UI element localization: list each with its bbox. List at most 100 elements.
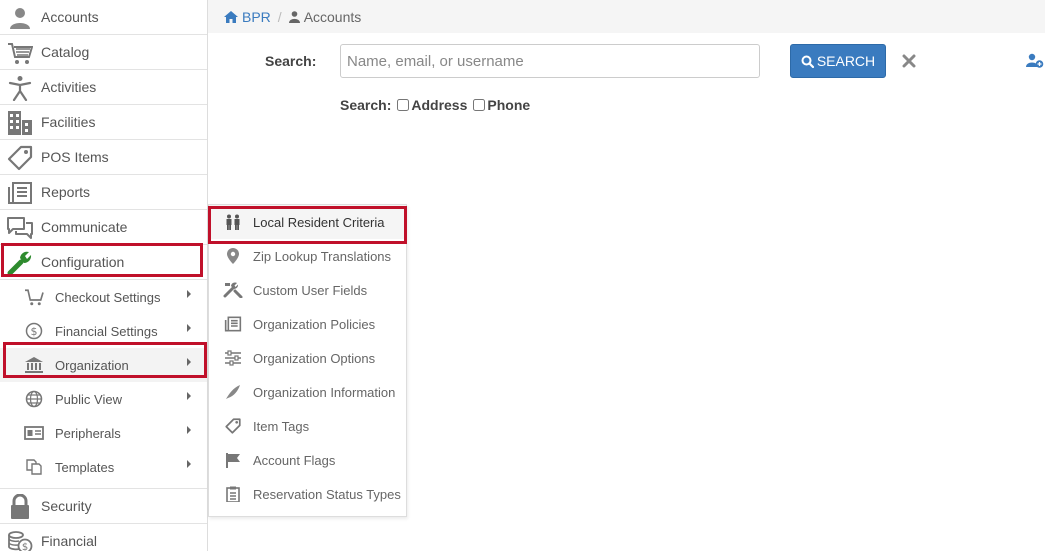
map-marker-icon bbox=[223, 247, 243, 265]
copy-icon bbox=[24, 458, 44, 476]
sidebar-subitem-financial-settings[interactable]: $ Financial Settings bbox=[0, 314, 207, 348]
menu-item-local-resident-criteria[interactable]: Local Resident Criteria bbox=[209, 205, 406, 239]
phone-checkbox[interactable] bbox=[473, 99, 486, 111]
lock-icon bbox=[6, 493, 34, 520]
menu-item-label: Custom User Fields bbox=[253, 282, 368, 298]
search-button[interactable]: SEARCH bbox=[790, 44, 886, 78]
sidebar-item-label: POS Items bbox=[41, 149, 109, 165]
user-icon bbox=[288, 10, 300, 23]
sidebar-item-financial[interactable]: $ Financial bbox=[0, 524, 207, 551]
sidebar-item-label: Catalog bbox=[41, 44, 90, 60]
sidebar-subitem-organization[interactable]: Organization bbox=[0, 348, 207, 382]
tools-icon bbox=[223, 281, 243, 299]
dollar-circle-icon: $ bbox=[24, 322, 44, 340]
home-icon bbox=[224, 10, 238, 23]
menu-item-label: Organization Policies bbox=[253, 316, 376, 332]
menu-item-label: Account Flags bbox=[253, 452, 336, 468]
menu-item-label: Local Resident Criteria bbox=[253, 214, 385, 230]
menu-item-zip-lookup-translations[interactable]: Zip Lookup Translations bbox=[209, 239, 406, 273]
menu-item-label: Reservation Status Types bbox=[253, 486, 401, 502]
menu-item-organization-options[interactable]: Organization Options bbox=[209, 341, 406, 375]
add-user-icon bbox=[1026, 53, 1044, 68]
configuration-submenu: Checkout Settings $ Financial Settings O… bbox=[0, 280, 207, 489]
address-option: Address bbox=[391, 97, 467, 113]
clear-search-button[interactable] bbox=[899, 51, 919, 71]
svg-text:$: $ bbox=[22, 542, 28, 551]
sidebar-subitem-public-view[interactable]: Public View bbox=[0, 382, 207, 416]
sidebar-item-configuration[interactable]: Configuration bbox=[0, 245, 207, 280]
sidebar-item-communicate[interactable]: Communicate bbox=[0, 210, 207, 245]
menu-item-item-tags[interactable]: Item Tags bbox=[209, 409, 406, 443]
reports-icon bbox=[6, 179, 34, 206]
menu-item-organization-information[interactable]: Organization Information bbox=[209, 375, 406, 409]
menu-item-organization-policies[interactable]: Organization Policies bbox=[209, 307, 406, 341]
sidebar-item-label: Communicate bbox=[41, 219, 128, 235]
menu-item-custom-user-fields[interactable]: Custom User Fields bbox=[209, 273, 406, 307]
add-user-button[interactable] bbox=[1026, 53, 1044, 69]
caret-right-icon bbox=[187, 290, 191, 298]
caret-right-icon bbox=[187, 392, 191, 400]
sidebar-item-facilities[interactable]: Facilities bbox=[0, 105, 207, 140]
menu-item-label: Organization Options bbox=[253, 350, 376, 366]
svg-text:$: $ bbox=[31, 325, 38, 338]
menu-item-reservation-status-types[interactable]: Reservation Status Types bbox=[209, 477, 406, 511]
search-options-label: Search: bbox=[340, 97, 392, 113]
sidebar-subitem-label: Peripherals bbox=[55, 425, 121, 441]
breadcrumb-current-label: Accounts bbox=[303, 8, 362, 25]
chat-icon bbox=[6, 214, 34, 241]
search-label: Search: bbox=[265, 53, 317, 69]
menu-item-label: Zip Lookup Translations bbox=[253, 248, 392, 264]
menu-item-account-flags[interactable]: Account Flags bbox=[209, 443, 406, 477]
building-icon bbox=[6, 109, 34, 136]
sidebar-subitem-peripherals[interactable]: Peripherals bbox=[0, 416, 207, 450]
search-options: Search: Address Phone bbox=[340, 97, 530, 113]
breadcrumb-home-link[interactable]: BPR bbox=[224, 9, 271, 25]
sliders-icon bbox=[223, 349, 243, 367]
sidebar-item-label: Activities bbox=[41, 79, 97, 95]
phone-option: Phone bbox=[467, 97, 530, 113]
cart-icon bbox=[6, 39, 34, 66]
sidebar-item-label: Security bbox=[41, 498, 92, 514]
caret-right-icon bbox=[187, 358, 191, 366]
sidebar-item-reports[interactable]: Reports bbox=[0, 175, 207, 210]
search-input[interactable] bbox=[340, 44, 760, 78]
caret-right-icon bbox=[187, 324, 191, 332]
coins-icon: $ bbox=[6, 528, 34, 551]
caret-right-icon bbox=[187, 460, 191, 468]
sidebar-subitem-templates[interactable]: Templates bbox=[0, 450, 207, 484]
sidebar-item-catalog[interactable]: Catalog bbox=[0, 35, 207, 70]
sidebar-subitem-label: Financial Settings bbox=[55, 323, 158, 339]
menu-item-label: Item Tags bbox=[253, 418, 310, 434]
phone-option-label: Phone bbox=[487, 97, 531, 113]
organization-flyout-menu: Local Resident Criteria Zip Lookup Trans… bbox=[208, 204, 407, 517]
sidebar-item-label: Financial bbox=[41, 533, 98, 549]
sidebar-item-security[interactable]: Security bbox=[0, 489, 207, 524]
sidebar-item-pos-items[interactable]: POS Items bbox=[0, 140, 207, 175]
sidebar-item-activities[interactable]: Activities bbox=[0, 70, 207, 105]
breadcrumb-current: Accounts bbox=[288, 8, 362, 25]
address-checkbox[interactable] bbox=[397, 99, 410, 111]
reports-icon bbox=[223, 315, 243, 333]
breadcrumb: BPR / Accounts bbox=[208, 0, 1045, 33]
close-icon bbox=[902, 54, 916, 68]
sidebar-subitem-checkout-settings[interactable]: Checkout Settings bbox=[0, 280, 207, 314]
clipboard-icon bbox=[223, 485, 243, 503]
search-button-label: SEARCH bbox=[816, 53, 876, 69]
sidebar-subitem-label: Checkout Settings bbox=[55, 289, 161, 305]
wrench-icon bbox=[6, 249, 34, 276]
sidebar-item-label: Facilities bbox=[41, 114, 96, 130]
feather-icon bbox=[223, 383, 243, 401]
breadcrumb-separator: / bbox=[277, 8, 282, 25]
sidebar-item-accounts[interactable]: Accounts bbox=[0, 0, 207, 35]
search-icon bbox=[801, 55, 814, 68]
sidebar-item-label: Reports bbox=[41, 184, 91, 200]
cart-icon bbox=[24, 288, 44, 306]
person-activity-icon bbox=[6, 74, 34, 101]
flag-icon bbox=[223, 451, 243, 469]
tag-icon bbox=[223, 417, 243, 435]
address-option-label: Address bbox=[411, 97, 468, 113]
id-card-icon bbox=[24, 424, 44, 442]
sidebar-subitem-label: Organization bbox=[55, 357, 129, 373]
tag-icon bbox=[6, 144, 34, 171]
sidebar-subitem-label: Templates bbox=[55, 459, 115, 475]
